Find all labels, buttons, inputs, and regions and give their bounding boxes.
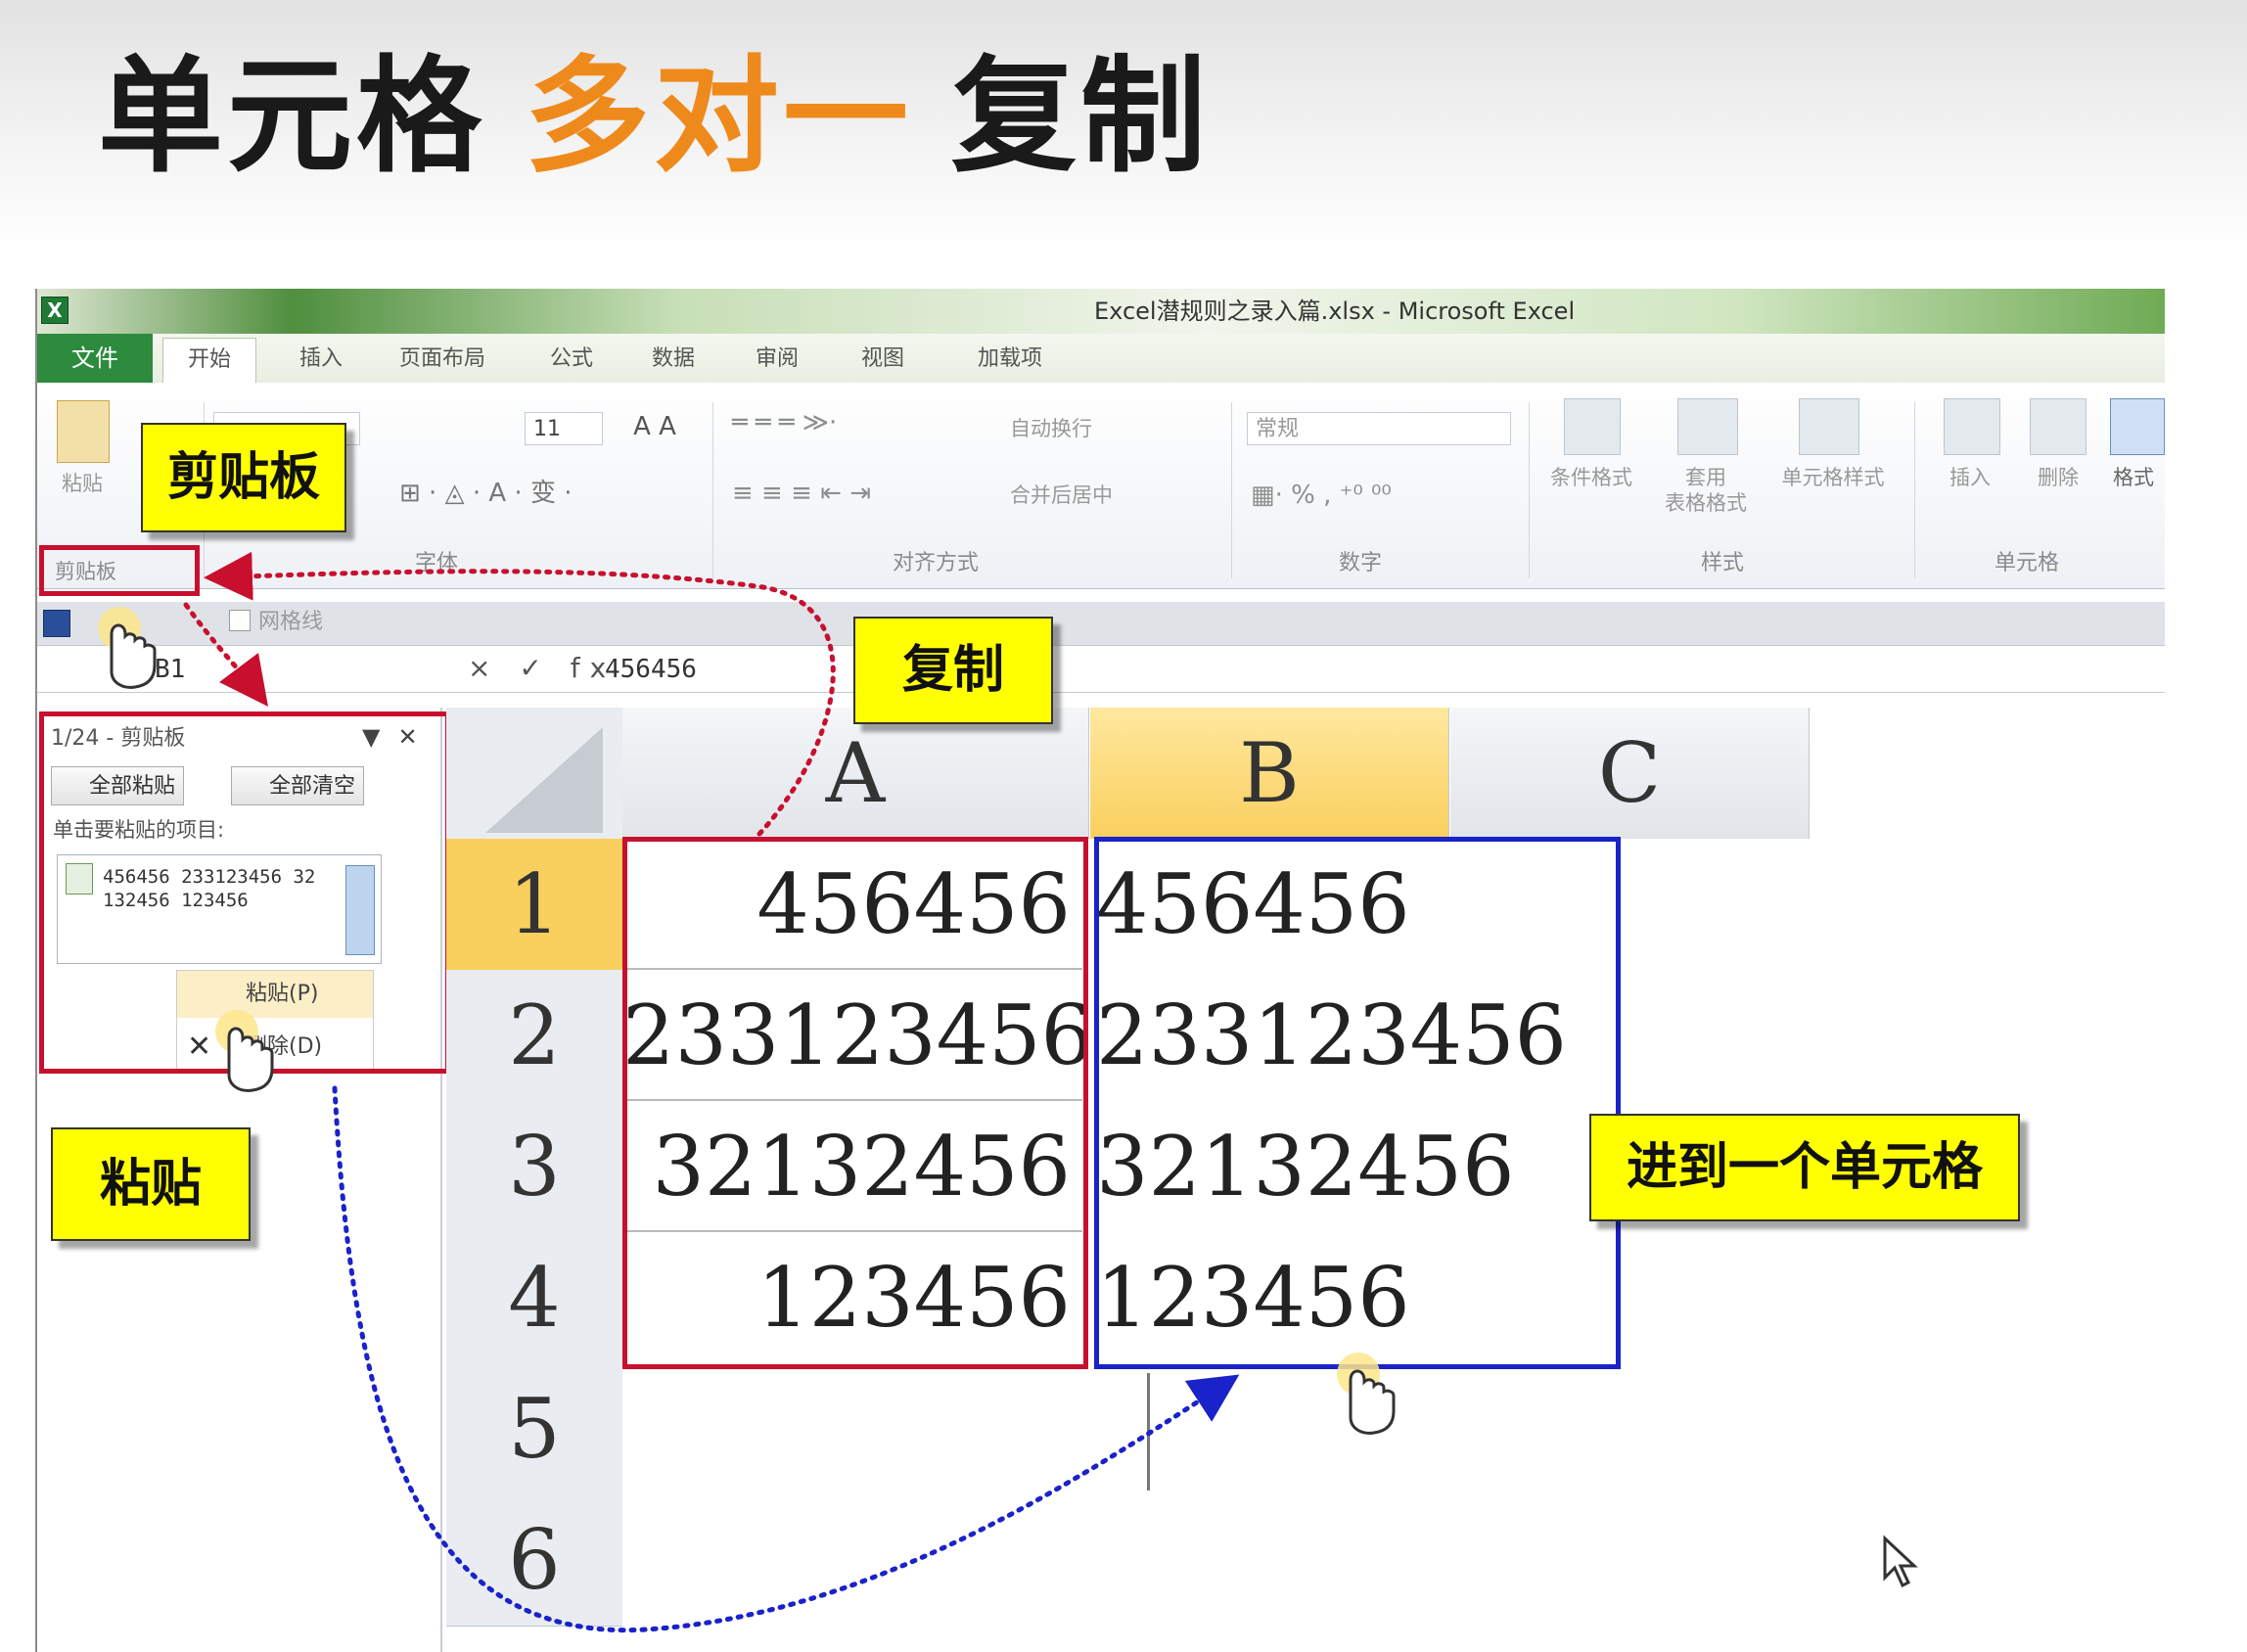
tab-page-layout[interactable]: 页面布局 — [384, 338, 501, 381]
delete-button[interactable]: 删除 — [2024, 465, 2092, 490]
title-bar: X Excel潜规则之录入篇.xlsx - Microsoft Excel — [37, 289, 2165, 334]
row-header-4[interactable]: 4 — [446, 1232, 622, 1364]
clipboard-group-label[interactable]: 剪贴板 — [55, 557, 116, 586]
gridlines-label: 网格线 — [258, 610, 324, 634]
row-header-5[interactable]: 5 — [446, 1363, 622, 1495]
tab-insert[interactable]: 插入 — [282, 338, 360, 381]
tab-view[interactable]: 视图 — [844, 338, 922, 381]
ribbon: 粘贴 11 A A ⊞ · ◬ · A · 变 · 字体 ═ ═ ═ ≫· ≡ … — [37, 383, 2165, 589]
callout-clipboard: 剪贴板 — [141, 423, 346, 532]
callout-paste: 粘贴 — [51, 1127, 251, 1241]
select-all-corner[interactable] — [446, 708, 622, 839]
font-group-label: 字体 — [415, 551, 459, 575]
insert-cells-icon[interactable] — [1944, 398, 2000, 455]
cells-group-label: 单元格 — [1995, 551, 2060, 575]
row-header-2[interactable]: 2 — [446, 970, 622, 1102]
table-format-button[interactable]: 套用 表格格式 — [1652, 465, 1760, 516]
formula-bar: B1 × ✓ fx 456456 — [37, 647, 2165, 693]
source-range-highlight — [622, 837, 1088, 1369]
tab-home[interactable]: 开始 — [162, 338, 256, 384]
paste-clipboard-icon[interactable] — [57, 400, 110, 463]
excel-window: X Excel潜规则之录入篇.xlsx - Microsoft Excel 文件… — [35, 289, 2165, 1652]
font-format-icons[interactable]: ⊞ · ◬ · A · 变 · — [399, 481, 693, 506]
tab-review[interactable]: 审阅 — [738, 338, 816, 381]
delete-cells-icon[interactable] — [2030, 398, 2086, 455]
tab-file[interactable]: 文件 — [37, 334, 153, 383]
row-header-1[interactable]: 1 — [446, 839, 622, 971]
save-icon[interactable] — [43, 610, 70, 637]
excel-app-icon[interactable]: X — [41, 297, 69, 324]
column-header-c[interactable]: C — [1450, 708, 1810, 839]
column-header-b[interactable]: B — [1090, 708, 1449, 839]
conditional-format-button[interactable]: 条件格式 — [1540, 465, 1642, 490]
callout-copy: 复制 — [853, 617, 1053, 724]
number-group-label: 数字 — [1339, 551, 1383, 575]
wrap-text-button[interactable]: 自动换行 — [1010, 416, 1157, 441]
title-part1: 单元格 — [98, 44, 486, 190]
row-header-6[interactable]: 6 — [446, 1494, 622, 1627]
font-grow-icon[interactable]: A A — [620, 414, 689, 439]
styles-group-label: 样式 — [1701, 551, 1745, 575]
merge-center-button[interactable]: 合并后居中 — [1010, 482, 1206, 508]
number-format-combo[interactable]: 常规 — [1247, 412, 1511, 445]
target-cell-highlight — [1094, 837, 1621, 1369]
title-part3: 复制 — [951, 44, 1211, 190]
row-header-3[interactable]: 3 — [446, 1101, 622, 1233]
formula-icons[interactable]: × ✓ fx — [468, 651, 616, 686]
paste-button[interactable]: 粘贴 — [53, 471, 112, 496]
ribbon-tabs: 文件 开始 插入 页面布局 公式 数据 审阅 视图 加载项 — [37, 334, 2165, 384]
gridlines-checkbox[interactable] — [229, 610, 251, 631]
slide-title: 单元格 多对一 复制 — [98, 39, 1249, 196]
table-format-icon[interactable] — [1677, 398, 1738, 455]
tab-formulas[interactable]: 公式 — [532, 338, 611, 381]
insert-button[interactable]: 插入 — [1936, 465, 2004, 490]
format-cells-icon[interactable] — [2110, 398, 2165, 455]
title-part2: 多对一 — [525, 44, 913, 190]
conditional-format-icon[interactable] — [1564, 398, 1621, 455]
name-box[interactable]: B1 — [155, 653, 185, 686]
gridline — [1147, 1373, 1150, 1491]
align-horizontal-icons[interactable]: ≡ ≡ ≡ ⇤ ⇥ — [732, 481, 977, 506]
tab-data[interactable]: 数据 — [634, 338, 712, 381]
number-format-icons[interactable]: ▦· % , ⁺⁰ ⁰⁰ — [1251, 482, 1515, 508]
tab-addins[interactable]: 加载项 — [961, 338, 1059, 381]
align-top-icons[interactable]: ═ ═ ═ ≫· — [732, 410, 947, 436]
cell-styles-icon[interactable] — [1799, 398, 1859, 455]
font-size-combo[interactable]: 11 — [525, 412, 603, 445]
column-header-a[interactable]: A — [622, 708, 1089, 839]
cell-styles-button[interactable]: 单元格样式 — [1769, 465, 1897, 490]
clipboard-pane-highlight — [39, 711, 450, 1074]
format-button[interactable]: 格式 — [2102, 465, 2165, 490]
quick-access-toolbar: 网格线 — [37, 602, 2165, 646]
formula-input[interactable]: 456456 — [605, 653, 697, 686]
window-title: Excel潜规则之录入篇.xlsx - Microsoft Excel — [1094, 298, 1576, 325]
alignment-group-label: 对齐方式 — [893, 551, 980, 575]
callout-into-one-cell: 进到一个单元格 — [1589, 1114, 2020, 1221]
